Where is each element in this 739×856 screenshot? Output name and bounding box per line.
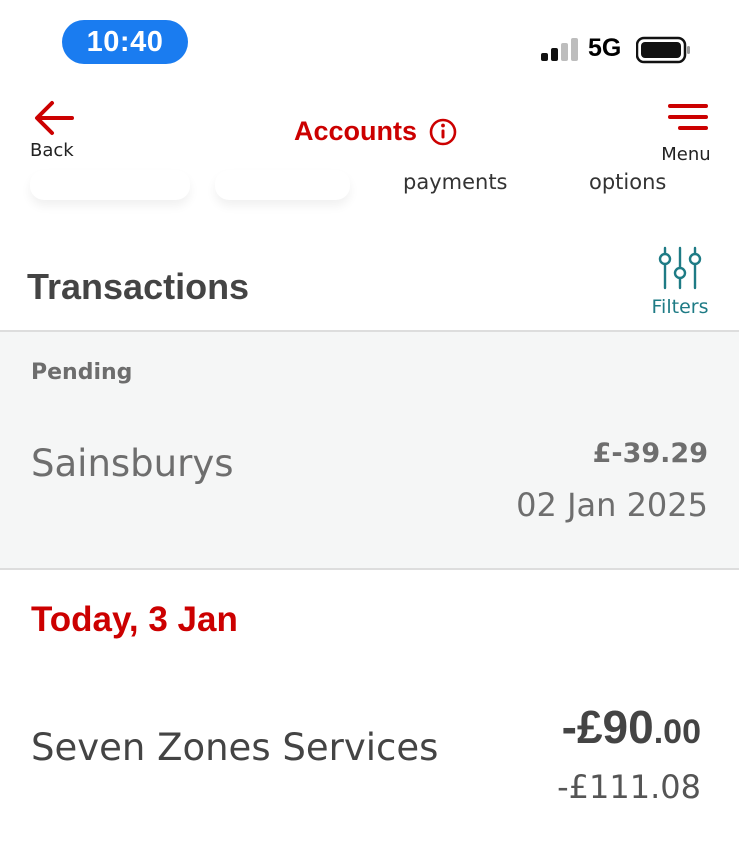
filters-button[interactable]: Filters (648, 246, 712, 318)
filters-label: Filters (651, 296, 709, 318)
cellular-signal-icon (541, 38, 578, 61)
transactions-title: Transactions (27, 266, 250, 307)
pending-transaction-row[interactable]: Sainsburys £-39.29 02 Jan 2025 (0, 412, 739, 542)
running-balance: -£111.08 (557, 768, 701, 806)
quick-action-options[interactable]: options (589, 170, 666, 194)
transaction-date: 02 Jan 2025 (516, 486, 708, 524)
transaction-row[interactable]: Seven Zones Services -£90.00 -£111.08 (0, 690, 739, 820)
battery-icon (636, 36, 690, 64)
page-title: Accounts (294, 116, 457, 147)
transaction-amount-pounds: -£90 (561, 701, 654, 753)
quick-action-hidden-2 (215, 170, 350, 200)
transactions-header: Transactions Filters (0, 230, 739, 332)
pending-section: Pending Sainsburys £-39.29 02 Jan 2025 (0, 332, 739, 570)
back-label: Back (30, 140, 74, 161)
filters-sliders-icon (658, 246, 702, 290)
pending-label: Pending (31, 360, 133, 385)
network-type: 5G (588, 34, 622, 62)
back-button[interactable]: Back (30, 98, 86, 161)
transaction-amount: -£90.00 (562, 700, 701, 754)
info-icon[interactable] (429, 118, 457, 146)
quick-actions-row: payments options (0, 160, 739, 220)
transaction-merchant: Sainsburys (31, 442, 234, 485)
quick-action-payments[interactable]: payments (403, 170, 508, 194)
date-group-label: Today, 3 Jan (31, 600, 238, 639)
transaction-amount: £-39.29 (592, 438, 708, 469)
status-bar: 10:40 5G (0, 0, 739, 90)
status-time: 10:40 (62, 20, 188, 64)
arrow-left-icon (35, 101, 74, 135)
transaction-merchant: Seven Zones Services (31, 726, 439, 769)
menu-button[interactable]: Menu (660, 102, 716, 165)
hamburger-menu-icon (668, 104, 708, 130)
transaction-amount-pence: .00 (653, 713, 701, 751)
page-title-text: Accounts (294, 116, 418, 146)
today-section: Today, 3 Jan Seven Zones Services -£90.0… (0, 570, 739, 856)
quick-action-hidden-1 (30, 170, 190, 200)
